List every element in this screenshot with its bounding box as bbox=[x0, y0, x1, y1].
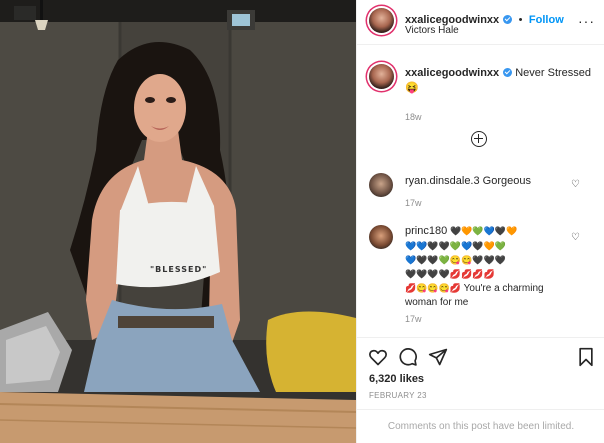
commenter-username[interactable]: ryan.dinsdale.3 bbox=[405, 175, 480, 187]
commenter-avatar[interactable] bbox=[369, 173, 393, 197]
comments-limited-notice: Comments on this post have been limited. bbox=[387, 421, 575, 432]
post-location[interactable]: Victors Hale bbox=[405, 25, 459, 36]
comment-time: 17w bbox=[405, 314, 422, 324]
comment-emoji-line: 💋😋😋😋💋 bbox=[405, 283, 462, 293]
caption-verified-icon bbox=[503, 68, 513, 77]
header-divider bbox=[357, 44, 604, 45]
share-send-icon[interactable] bbox=[428, 347, 448, 367]
commenter-username[interactable]: princ180 bbox=[405, 225, 447, 237]
post-header: xxalicegoodwinxx • Follow Victors Hale ·… bbox=[357, 0, 604, 44]
follow-separator: • bbox=[518, 14, 523, 26]
load-more-comments-icon[interactable] bbox=[471, 131, 487, 147]
caption-time: 18w bbox=[405, 112, 422, 122]
comment-item: princ180 🖤🧡💚💙🖤🧡 💙💙🖤🖤💚💙🖤🧡💚 💙🖤🖤💚😋😋🖤🖤🖤 🖤🖤🖤🖤… bbox=[357, 222, 604, 332]
verified-badge-icon bbox=[503, 15, 513, 24]
post-date[interactable]: FEBRUARY 23 bbox=[369, 391, 427, 400]
commenter-avatar[interactable] bbox=[369, 225, 393, 249]
shirt-print-text: "BLESSED" bbox=[150, 265, 208, 274]
comment-emoji-line: 🖤🧡💚💙🖤🧡 bbox=[449, 226, 518, 236]
comment-bubble-icon[interactable] bbox=[398, 347, 418, 367]
caption-avatar[interactable] bbox=[369, 64, 394, 89]
comment-time: 17w bbox=[405, 198, 422, 208]
likes-count[interactable]: 6,320 likes bbox=[369, 373, 424, 385]
photo-illustration bbox=[0, 0, 356, 443]
footer-divider bbox=[357, 409, 604, 410]
caption-text: Never Stressed bbox=[515, 67, 592, 79]
comment-last-line: 💋😋😋😋💋 You're a charming woman for me bbox=[405, 281, 570, 310]
comment-like-heart-icon[interactable]: ♡ bbox=[571, 232, 580, 243]
caption-emoji: 😝 bbox=[405, 82, 419, 94]
action-bar bbox=[357, 344, 604, 372]
comment-emoji-line: 💙💙🖤🖤💚💙🖤🧡💚 bbox=[405, 241, 506, 251]
follow-button[interactable]: Follow bbox=[529, 14, 564, 26]
comment-first-line: princ180 🖤🧡💚💙🖤🧡 bbox=[405, 224, 570, 239]
caption-username[interactable]: xxalicegoodwinxx bbox=[405, 67, 499, 79]
comment-emoji-line: 💙🖤🖤💚😋😋🖤🖤🖤 bbox=[405, 255, 506, 265]
caption-line: xxalicegoodwinxx Never Stressed bbox=[405, 66, 595, 81]
like-heart-icon[interactable] bbox=[368, 347, 388, 367]
actions-divider bbox=[357, 337, 604, 338]
comment-text: Gorgeous bbox=[482, 175, 531, 187]
post-side-panel: xxalicegoodwinxx • Follow Victors Hale ·… bbox=[356, 0, 604, 443]
comment-item: ryan.dinsdale.3 Gorgeous 17w ♡ bbox=[357, 168, 604, 212]
more-options-icon[interactable]: ··· bbox=[578, 13, 595, 29]
author-avatar[interactable] bbox=[369, 8, 394, 33]
comment-emoji-line: 🖤🖤🖤🖤💋💋💋💋 bbox=[405, 269, 495, 279]
comment-like-heart-icon[interactable]: ♡ bbox=[571, 179, 580, 190]
save-bookmark-icon[interactable] bbox=[577, 347, 595, 367]
post-photo[interactable]: "BLESSED" bbox=[0, 0, 356, 443]
